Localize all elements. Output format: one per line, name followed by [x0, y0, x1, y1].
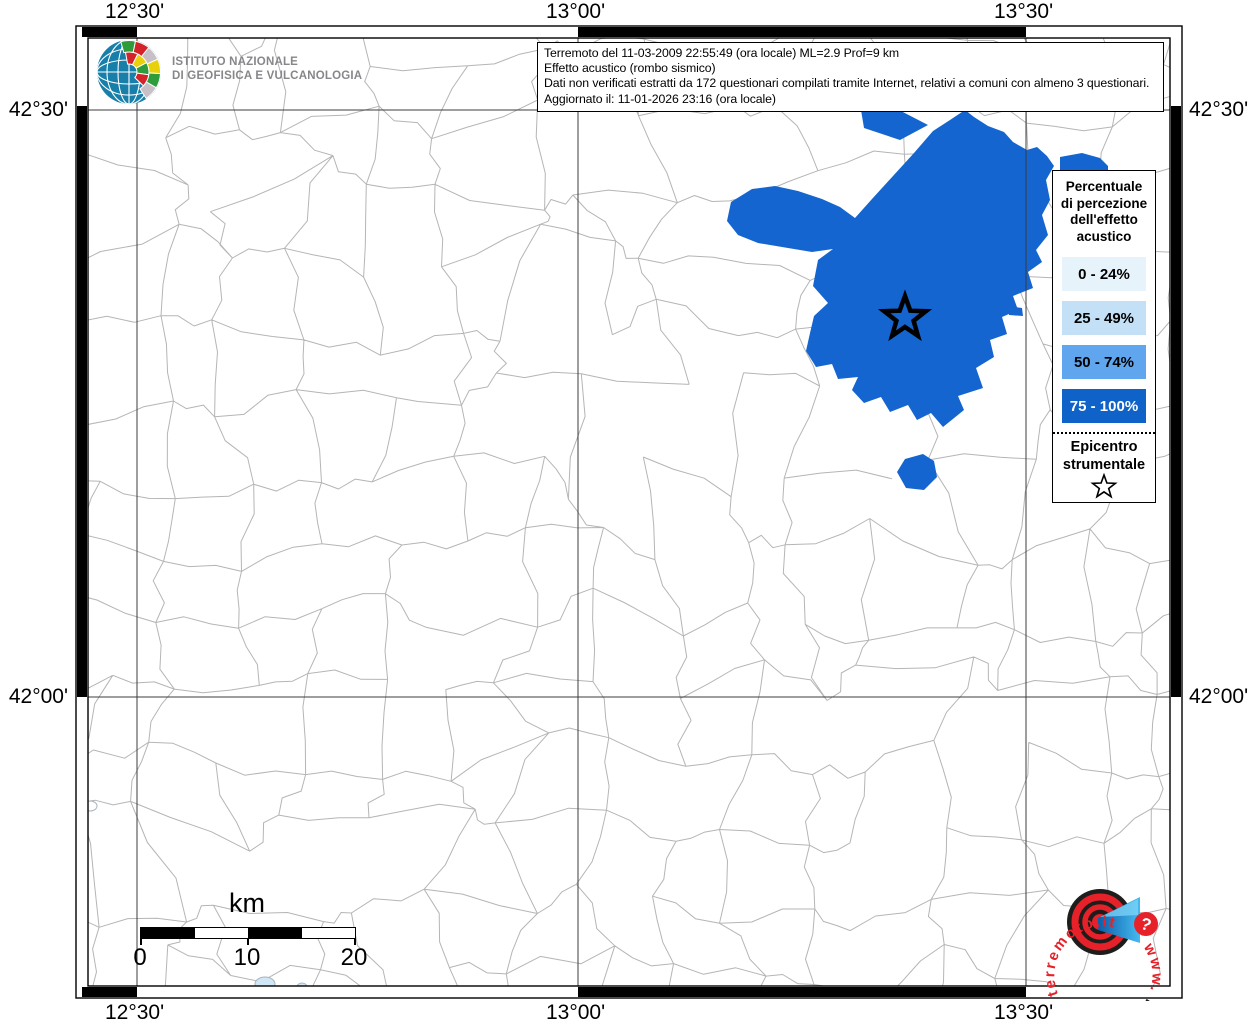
frame-band: [578, 27, 1026, 37]
info-line-updated: Aggiornato il: 11-01-2026 23:16 (ora loc…: [544, 91, 776, 106]
scale-tick-label: 20: [340, 944, 368, 971]
ingv-wordmark: ISTITUTO NAZIONALE DI GEOFISICA E VULCAN…: [172, 56, 362, 83]
scale-tick-label: 10: [233, 944, 261, 971]
info-line-event: Terremoto del 11-03-2009 22:55:49 (ora l…: [544, 46, 900, 60]
haisentitoilterremoto-logo: ? www. haisentitoil terremoto.it: [1041, 889, 1164, 1001]
frame-band: [82, 27, 137, 37]
frame-band: [578, 987, 1026, 997]
scale-unit-label: km: [229, 888, 265, 918]
coordinate-label: 42°30': [8, 98, 68, 121]
ingv-globe-icon: [97, 40, 162, 104]
scale-segment: [194, 928, 248, 938]
legend-title: Percentuale di percezione dell'effetto a…: [1060, 179, 1148, 244]
info-line-data: Dati non verificati estratti da 172 ques…: [544, 76, 1150, 91]
map-page: { "branding": { "ingv": { "line1": "ISTI…: [0, 0, 1257, 1024]
info-line-effect: Effetto acustico (rombo sismico): [544, 61, 716, 76]
frame-band: [82, 987, 137, 997]
ingv-logo: ISTITUTO NAZIONALE DI GEOFISICA E VULCAN…: [94, 38, 464, 108]
coordinate-label: 13°30': [994, 0, 1054, 23]
coordinate-label: 42°00': [1189, 685, 1249, 708]
coordinate-label: 13°00': [546, 1001, 606, 1024]
coordinate-label: 42°30': [1189, 98, 1249, 121]
scale-segment: [301, 928, 355, 938]
legend-divider: [1053, 432, 1155, 434]
coordinate-label: 13°30': [994, 1001, 1054, 1024]
scale-segment: [248, 928, 302, 938]
lake: [296, 982, 308, 986]
legend-class-0-24: 0 - 24%: [1062, 257, 1146, 291]
frame-band: [1171, 106, 1181, 697]
coordinate-label: 12°30': [105, 1001, 165, 1024]
ingv-line2: DI GEOFISICA E VULCANOLOGIA: [172, 69, 363, 82]
legend: Percentuale di percezione dell'effetto a…: [1052, 170, 1156, 503]
coordinate-label: 42°00': [8, 685, 68, 708]
scale-tick-label: 0: [133, 944, 147, 971]
scale-segment: [141, 928, 195, 938]
legend-class-75-100: 75 - 100%: [1062, 389, 1146, 423]
ingv-line1: ISTITUTO NAZIONALE: [172, 56, 299, 68]
epicenter-star-icon: [1090, 473, 1118, 499]
coordinate-label: 12°30': [105, 0, 165, 23]
frame-band: [77, 106, 87, 697]
legend-epicenter-label: Epicentro strumentale: [1062, 439, 1146, 473]
legend-class-25-49: 25 - 49%: [1062, 301, 1146, 335]
legend-class-50-74: 50 - 74%: [1062, 345, 1146, 379]
lake: [254, 976, 276, 986]
earthquake-info-box: Terremoto del 11-03-2009 22:55:49 (ora l…: [537, 42, 1164, 112]
coordinate-label: 13°00': [546, 0, 606, 23]
lake: [88, 800, 98, 812]
